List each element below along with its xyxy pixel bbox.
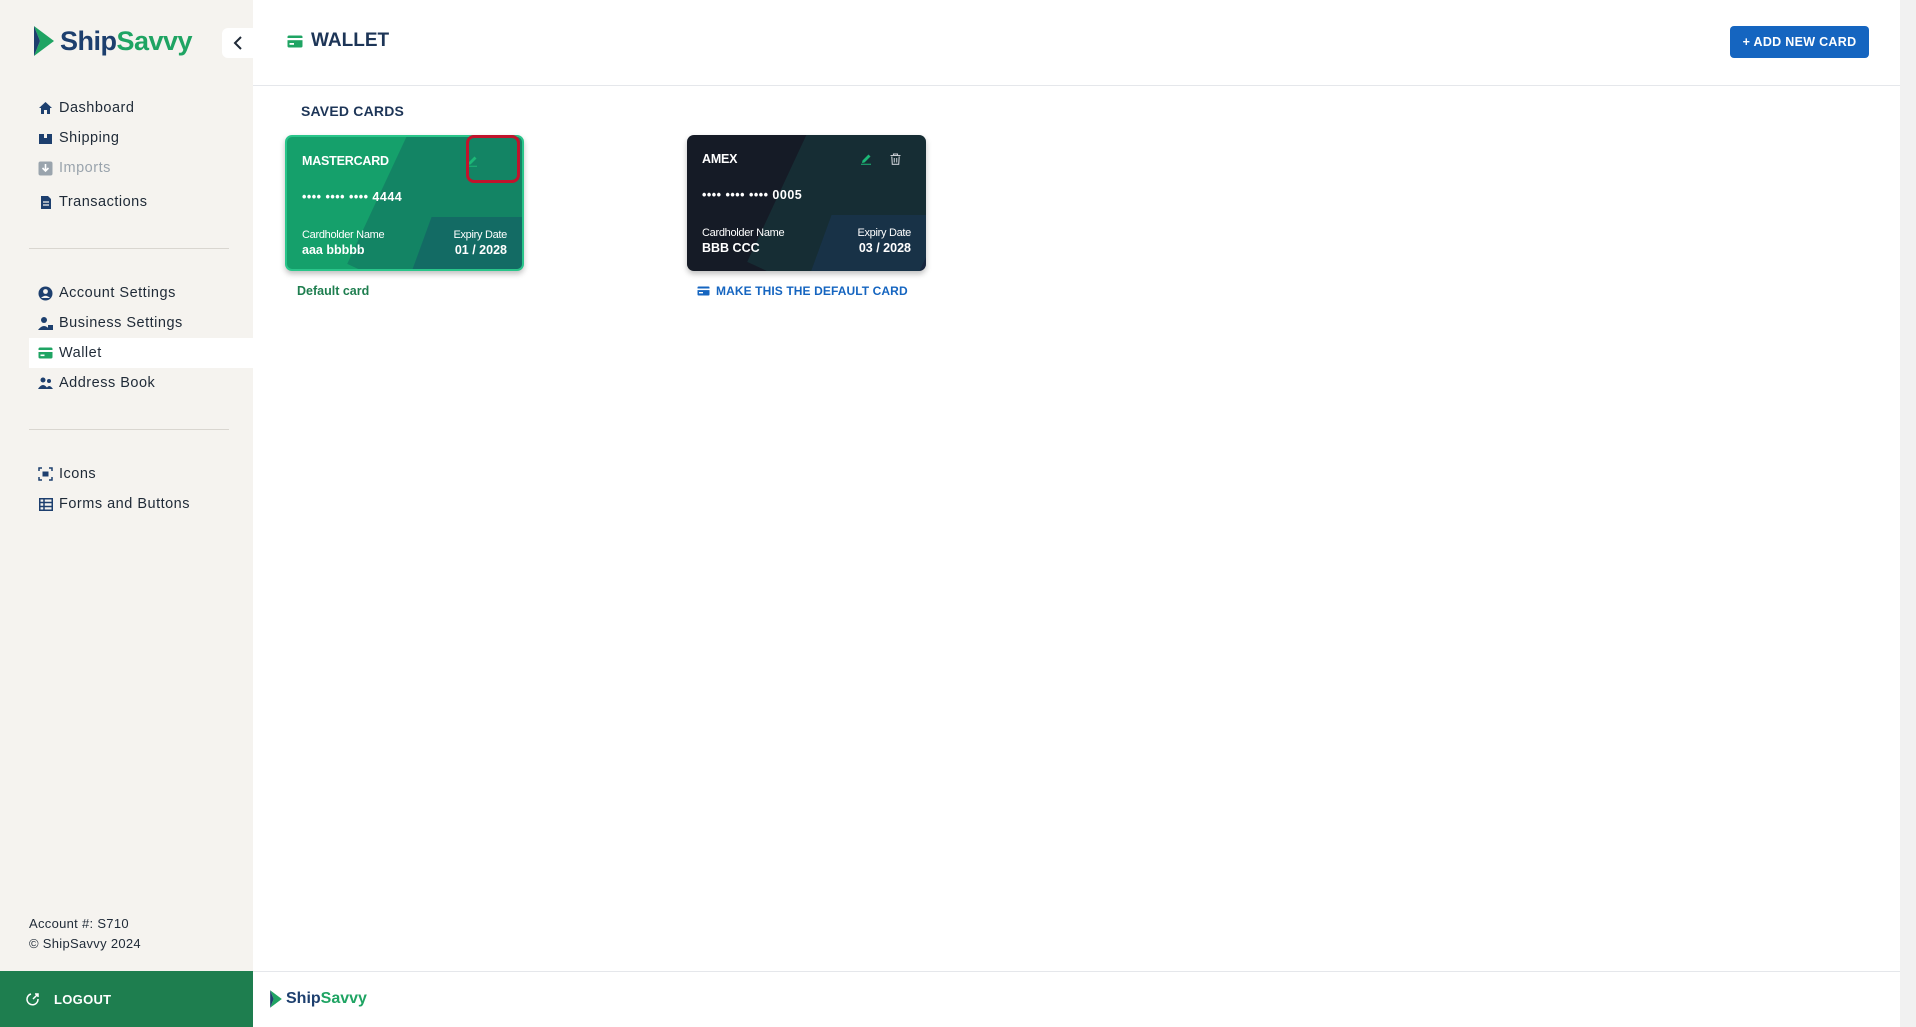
logo-text-ship: Ship bbox=[60, 25, 117, 56]
sidebar-item-label: Account Settings bbox=[59, 285, 176, 301]
sidebar-nav-dev: Icons Forms and Buttons bbox=[29, 459, 253, 519]
delete-card-button[interactable] bbox=[886, 150, 904, 168]
document-icon bbox=[38, 195, 53, 210]
saved-cards-heading: SAVED CARDS bbox=[301, 103, 405, 119]
sidebar-nav-main: Dashboard Shipping Imports Transactions bbox=[29, 93, 253, 217]
sidebar-divider bbox=[29, 248, 229, 249]
sidebar-item-icons[interactable]: Icons bbox=[29, 459, 253, 489]
sidebar-item-label: Address Book bbox=[59, 375, 156, 391]
account-info: Account #: S710 © ShipSavvy 2024 bbox=[29, 914, 141, 954]
business-user-icon bbox=[38, 316, 53, 331]
sidebar-item-label: Forms and Buttons bbox=[59, 496, 190, 512]
user-circle-icon bbox=[38, 286, 53, 301]
card-icon bbox=[697, 286, 710, 296]
sidebar-item-wallet[interactable]: Wallet bbox=[29, 338, 253, 368]
table-icon bbox=[38, 497, 53, 512]
page-scrollbar[interactable] bbox=[1900, 0, 1916, 1027]
sidebar-item-dashboard[interactable]: Dashboard bbox=[29, 93, 253, 123]
sidebar: ShipSavvy Dashboard Shipping Imports Tra… bbox=[0, 0, 254, 1027]
wallet-icon bbox=[38, 346, 53, 361]
box-icon bbox=[38, 131, 53, 146]
sidebar-item-business-settings[interactable]: Business Settings bbox=[29, 308, 253, 338]
sidebar-item-transactions[interactable]: Transactions bbox=[29, 187, 253, 217]
logout-button[interactable]: LOGOUT bbox=[0, 971, 253, 1027]
footer-logo-ship: Ship bbox=[286, 990, 321, 1007]
cardholder-label: Cardholder Name bbox=[302, 229, 385, 241]
cardholder-name: aaa bbbbb bbox=[302, 243, 365, 257]
page-footer: ShipSavvy bbox=[253, 971, 1900, 1027]
copyright: © ShipSavvy 2024 bbox=[29, 936, 141, 951]
trash-icon bbox=[890, 153, 900, 165]
sidebar-item-label: Business Settings bbox=[59, 315, 183, 331]
address-book-icon bbox=[38, 376, 53, 391]
cardholder-name: BBB CCC bbox=[702, 241, 760, 255]
sidebar-item-imports[interactable]: Imports bbox=[29, 153, 253, 183]
sidebar-nav-settings: Account Settings Business Settings Walle… bbox=[29, 278, 253, 398]
icons-icon bbox=[38, 467, 53, 482]
sidebar-item-label: Shipping bbox=[59, 130, 120, 146]
sidebar-item-label: Dashboard bbox=[59, 100, 135, 116]
wallet-icon bbox=[287, 35, 303, 47]
card-brand: MASTERCARD bbox=[302, 154, 389, 168]
page-title-text: WALLET bbox=[311, 30, 390, 51]
make-default-card-link[interactable]: MAKE THIS THE DEFAULT CARD bbox=[697, 284, 908, 298]
account-number: Account #: S710 bbox=[29, 916, 129, 931]
make-default-label: MAKE THIS THE DEFAULT CARD bbox=[716, 284, 908, 298]
footer-logo: ShipSavvy bbox=[269, 989, 367, 1009]
logout-icon bbox=[26, 993, 39, 1006]
footer-logo-savvy: Savvy bbox=[320, 990, 367, 1007]
expiry-date: 01 / 2028 bbox=[454, 243, 507, 257]
expiry-date: 03 / 2028 bbox=[858, 241, 911, 255]
sidebar-item-account-settings[interactable]: Account Settings bbox=[29, 278, 253, 308]
pencil-icon bbox=[861, 154, 871, 165]
import-icon bbox=[38, 161, 53, 176]
expiry-label: Expiry Date bbox=[453, 229, 507, 241]
logout-label: LOGOUT bbox=[54, 991, 112, 1007]
expiry-label: Expiry Date bbox=[857, 227, 911, 239]
card-amex[interactable]: AMEX •••• •••• •••• 0005 Cardholder Name… bbox=[687, 135, 926, 271]
card-number: •••• •••• •••• 0005 bbox=[702, 188, 803, 202]
sidebar-item-label: Transactions bbox=[59, 194, 148, 210]
add-new-card-button[interactable]: + ADD NEW CARD bbox=[1730, 26, 1869, 58]
sidebar-item-forms-and-buttons[interactable]: Forms and Buttons bbox=[29, 489, 253, 519]
sidebar-divider bbox=[29, 429, 229, 430]
page-header: WALLET + ADD NEW CARD bbox=[253, 0, 1900, 86]
edit-card-button[interactable] bbox=[857, 150, 875, 168]
edit-button-highlight bbox=[466, 135, 520, 183]
logo-text-savvy: Savvy bbox=[116, 25, 193, 56]
sidebar-item-label: Wallet bbox=[59, 345, 102, 361]
chevron-left-icon bbox=[233, 36, 242, 50]
sidebar-item-label: Icons bbox=[59, 466, 97, 482]
cardholder-label: Cardholder Name bbox=[702, 227, 785, 239]
sidebar-item-label: Imports bbox=[59, 160, 111, 176]
logo-mark-icon bbox=[270, 990, 282, 1008]
sidebar-collapse-button[interactable] bbox=[222, 28, 254, 58]
default-card-label: Default card bbox=[297, 284, 370, 298]
shipsavvy-logo[interactable]: ShipSavvy bbox=[32, 24, 193, 58]
sidebar-item-address-book[interactable]: Address Book bbox=[29, 368, 253, 398]
sidebar-item-shipping[interactable]: Shipping bbox=[29, 123, 253, 153]
card-brand: AMEX bbox=[702, 152, 738, 166]
logo-mark-icon bbox=[34, 26, 54, 56]
card-number: •••• •••• •••• 4444 bbox=[302, 190, 403, 204]
home-icon bbox=[38, 101, 53, 116]
page-title: WALLET bbox=[287, 30, 389, 52]
